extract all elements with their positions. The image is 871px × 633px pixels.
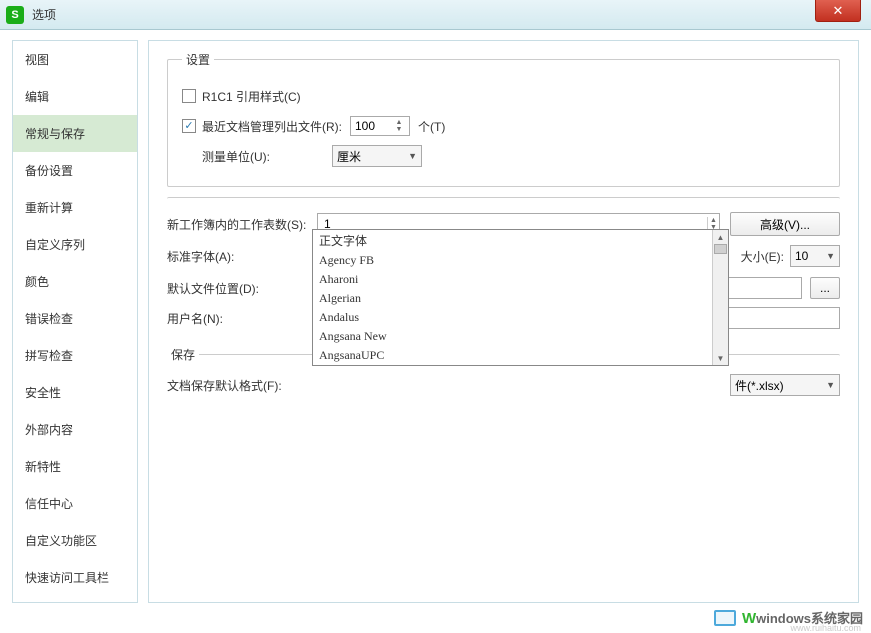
- font-label: 标准字体(A):: [167, 248, 317, 265]
- sidebar-item-qat[interactable]: 快速访问工具栏: [13, 559, 137, 596]
- format-select[interactable]: 件(*.xlsx)▼: [730, 374, 840, 396]
- chevron-down-icon: ▼: [408, 151, 417, 161]
- sidebar-item-error-check[interactable]: 错误检查: [13, 300, 137, 337]
- spin-up-icon[interactable]: ▲: [710, 217, 717, 224]
- chevron-down-icon: ▼: [826, 380, 835, 390]
- sidebar-item-color[interactable]: 颜色: [13, 263, 137, 300]
- scroll-thumb[interactable]: [714, 244, 727, 254]
- sidebar: 视图 编辑 常规与保存 备份设置 重新计算 自定义序列 颜色 错误检查 拼写检查…: [12, 40, 138, 603]
- unit-select[interactable]: 厘米▼: [332, 145, 422, 167]
- sidebar-item-custom-list[interactable]: 自定义序列: [13, 226, 137, 263]
- sidebar-item-security[interactable]: 安全性: [13, 374, 137, 411]
- spin-down-icon[interactable]: ▼: [393, 126, 405, 133]
- sidebar-item-edit[interactable]: 编辑: [13, 78, 137, 115]
- unit-label: 测量单位(U):: [182, 148, 332, 165]
- recent-unit-label: 个(T): [418, 118, 445, 135]
- username-label: 用户名(N):: [167, 310, 317, 327]
- sidebar-item-new-feature[interactable]: 新特性: [13, 448, 137, 485]
- browse-button[interactable]: ...: [810, 277, 840, 299]
- recent-checkbox[interactable]: [182, 119, 196, 133]
- font-dropdown-list: 正文字体 Agency FB Aharoni Algerian Andalus …: [312, 229, 729, 366]
- sidebar-item-recalc[interactable]: 重新计算: [13, 189, 137, 226]
- font-option[interactable]: 正文字体: [313, 230, 728, 251]
- size-label: 大小(E):: [741, 248, 784, 265]
- recent-label: 最近文档管理列出文件(R):: [202, 118, 342, 135]
- settings-legend: 设置: [182, 51, 214, 68]
- sheets-label: 新工作簿内的工作表数(S):: [167, 216, 317, 233]
- r1c1-label: R1C1 引用样式(C): [202, 88, 301, 105]
- sidebar-item-custom-ribbon[interactable]: 自定义功能区: [13, 522, 137, 559]
- settings-fieldset: 设置 R1C1 引用样式(C) 最近文档管理列出文件(R): 100 ▲▼ 个(…: [167, 51, 840, 187]
- window-title: 选项: [32, 6, 56, 23]
- font-option[interactable]: AngsanaUPC: [313, 346, 728, 365]
- sidebar-item-external[interactable]: 外部内容: [13, 411, 137, 448]
- close-button[interactable]: ✕: [815, 0, 861, 22]
- app-icon: S: [6, 6, 24, 24]
- font-option[interactable]: Andalus: [313, 308, 728, 327]
- sidebar-item-spell-check[interactable]: 拼写检查: [13, 337, 137, 374]
- sidebar-item-backup[interactable]: 备份设置: [13, 152, 137, 189]
- font-option[interactable]: Angsana New: [313, 327, 728, 346]
- save-legend: 保存: [167, 346, 199, 363]
- default-loc-label: 默认文件位置(D):: [167, 280, 317, 297]
- advanced-button[interactable]: 高级(V)...: [730, 212, 840, 236]
- font-option[interactable]: Agency FB: [313, 251, 728, 270]
- sidebar-item-view[interactable]: 视图: [13, 41, 137, 78]
- watermark-url: www.ruihaitu.com: [790, 623, 861, 633]
- watermark-icon: [714, 610, 736, 626]
- spin-up-icon[interactable]: ▲: [393, 119, 405, 126]
- chevron-down-icon: ▼: [826, 251, 835, 261]
- sidebar-item-general-save[interactable]: 常规与保存: [13, 115, 137, 152]
- recent-count-input[interactable]: 100 ▲▼: [350, 116, 410, 136]
- scroll-down-icon[interactable]: ▼: [713, 351, 728, 365]
- format-label: 文档保存默认格式(F):: [167, 377, 317, 394]
- size-select[interactable]: 10▼: [790, 245, 840, 267]
- sidebar-item-trust-center[interactable]: 信任中心: [13, 485, 137, 522]
- dropdown-scrollbar[interactable]: ▲ ▼: [712, 230, 728, 365]
- scroll-up-icon[interactable]: ▲: [713, 230, 728, 244]
- r1c1-checkbox[interactable]: [182, 89, 196, 103]
- font-option[interactable]: Aharoni: [313, 270, 728, 289]
- font-option[interactable]: Algerian: [313, 289, 728, 308]
